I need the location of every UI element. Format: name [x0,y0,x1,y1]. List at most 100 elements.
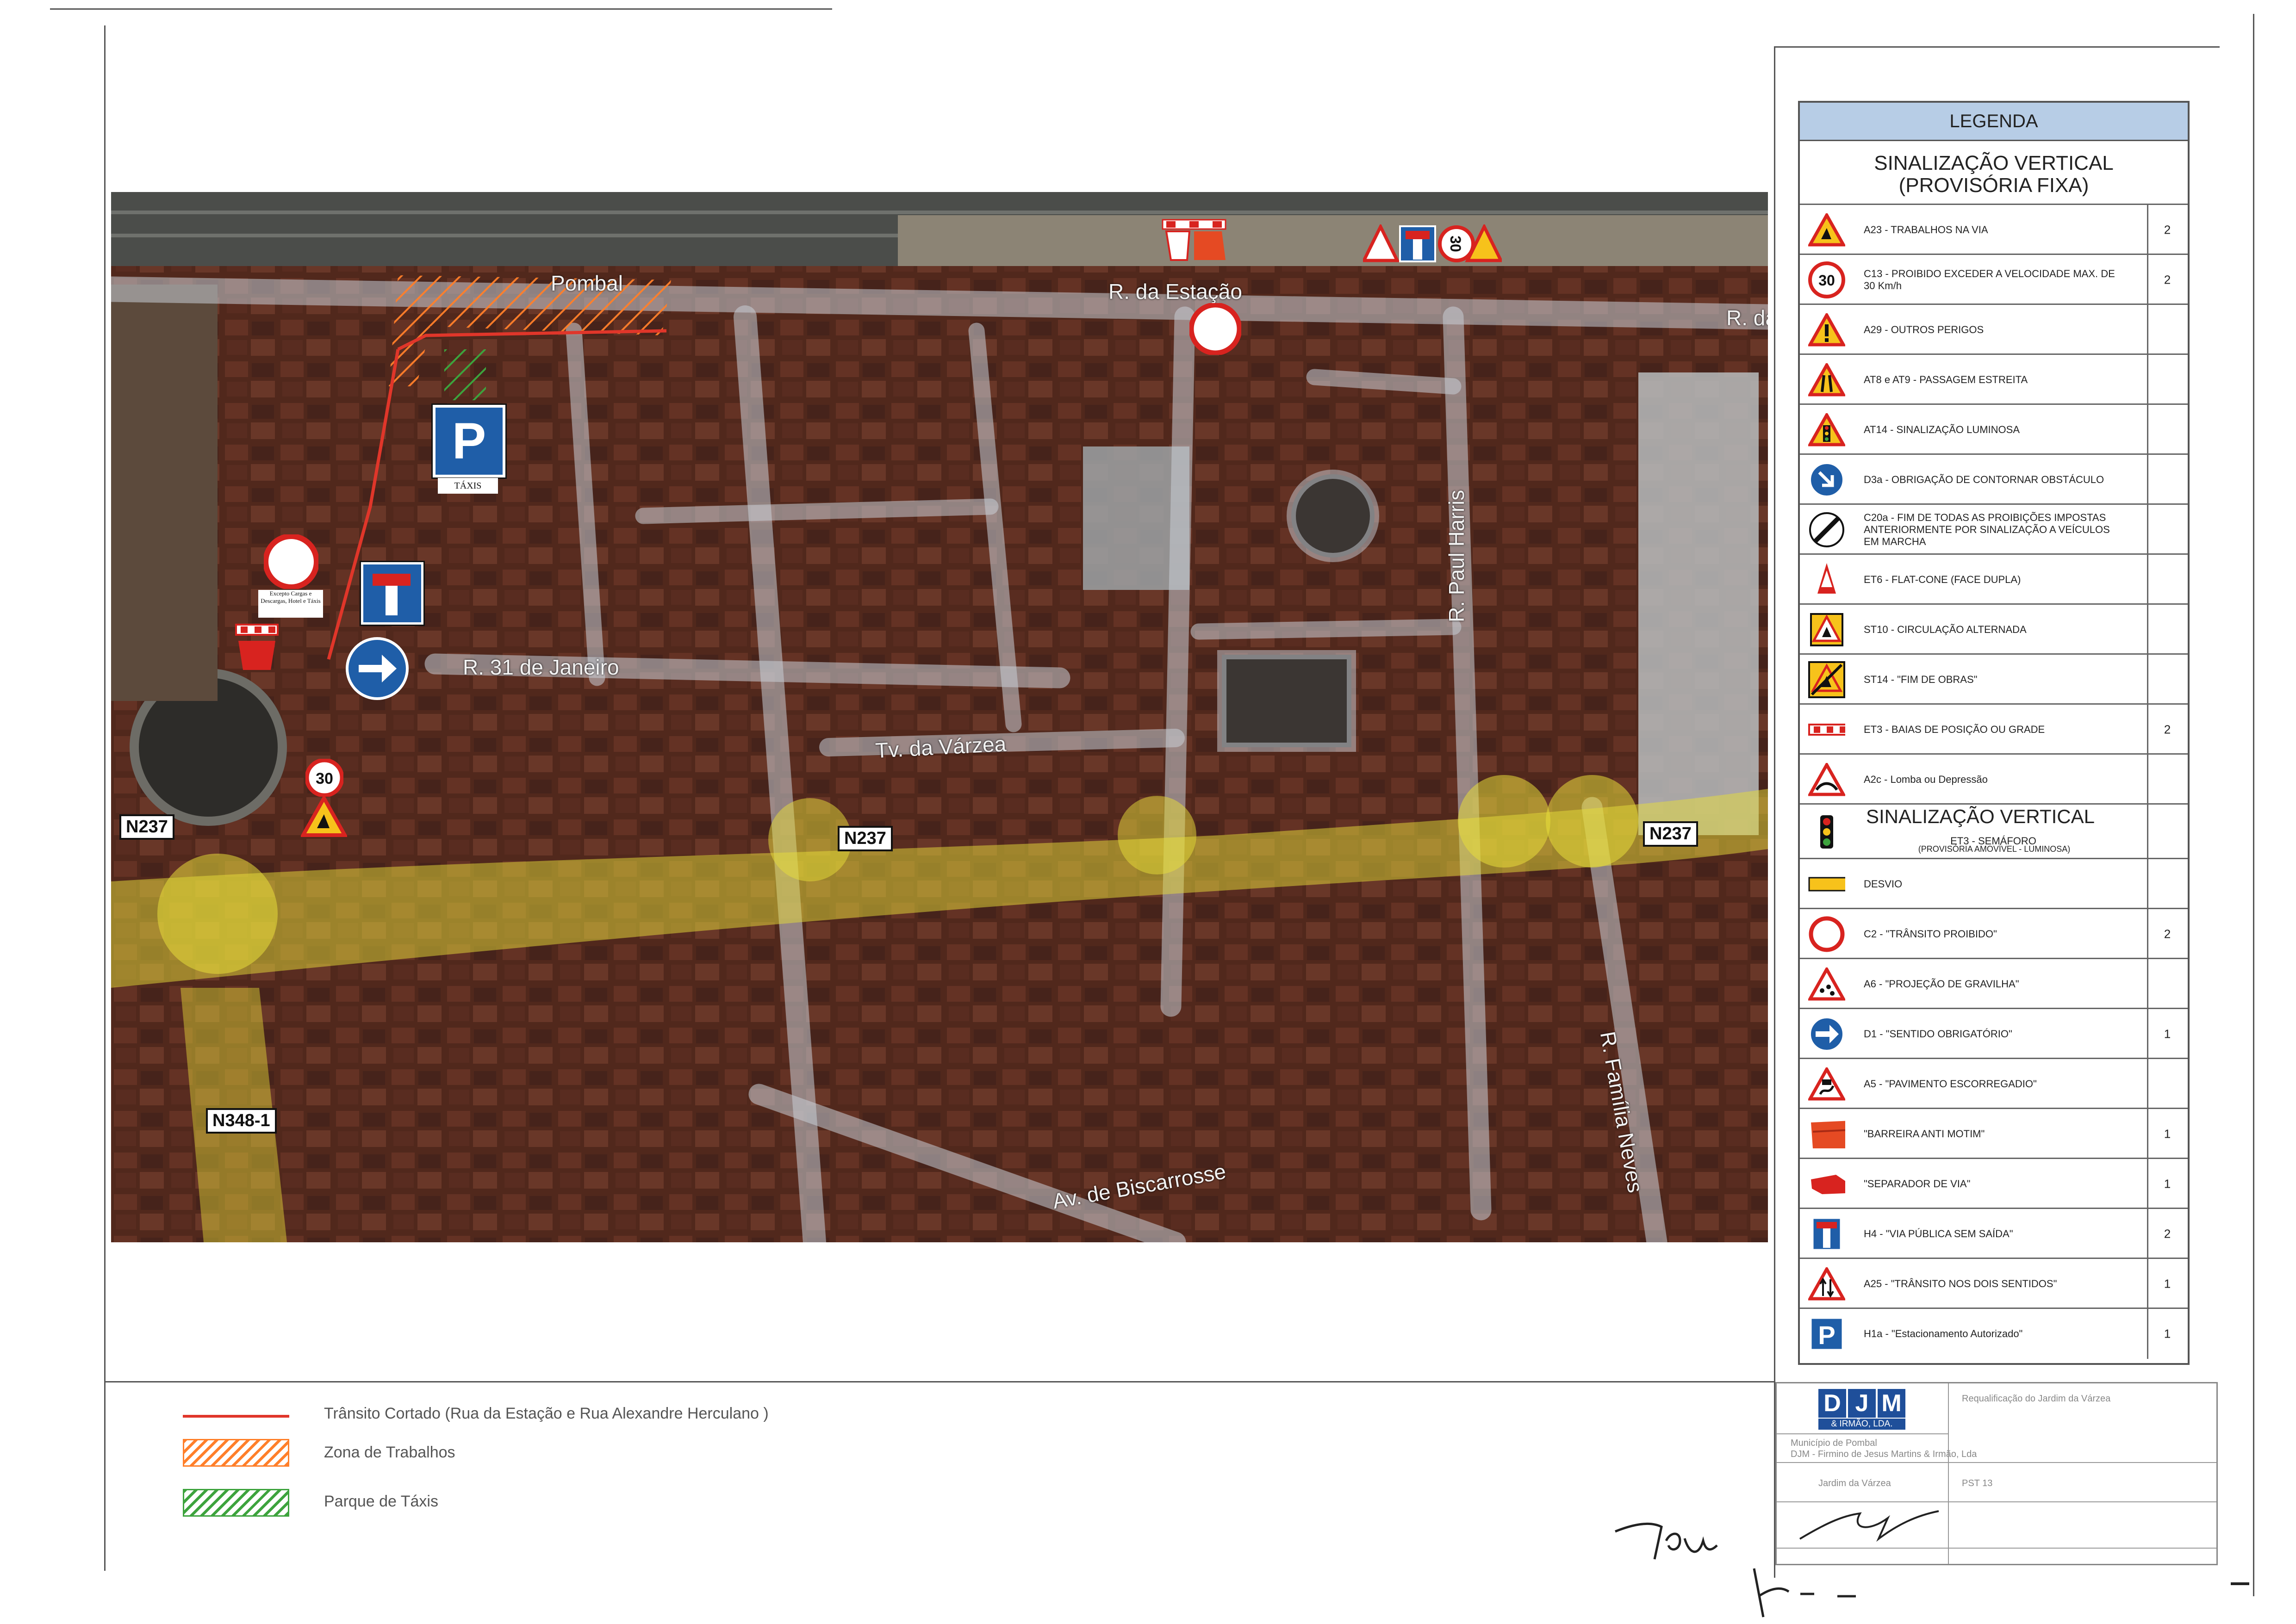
legend-col-sep [2147,455,2148,505]
barrier-sign-west[interactable] [234,620,280,671]
legend-row: A29 - OUTROS PERIGOS [1800,304,2188,355]
logo-letter-m: M [1878,1389,1905,1418]
legend-panel: LEGENDA SINALIZAÇÃO VERTICAL (PROVISÓRIA… [1798,101,2190,1365]
legend-item-label: C20a - FIM DE TODAS AS PROIBIÇÕES IMPOST… [1864,512,2110,547]
company-logo: D J M & IRMÃO, LDA. [1818,1389,1909,1432]
tb-hline-2 [1777,1462,2216,1463]
no-entry-sign-north[interactable] [1189,303,1241,355]
legend-item-label: C2 - "TRÂNSITO PROIBIDO" [1864,928,1997,940]
legend-row: H4 - "VIA PÚBLICA SEM SAÍDA" 2 [1800,1208,2188,1259]
legend-item-label: D3a - OBRIGAÇÃO DE CONTORNAR OBSTÁCULO [1864,474,2104,485]
tb-vline [1948,1383,1949,1564]
mandatory-direction-icon [346,637,409,700]
legend-row: C2 - "TRÂNSITO PROIBIDO" 2 [1800,908,2188,959]
no-entry-circle-icon [1189,303,1241,355]
tb-project: Requalificação do Jardim da Várzea [1962,1394,2111,1404]
parking-icon: P [452,413,486,470]
warning-narrow-road-icon [1808,361,1845,398]
end-of-works-icon [1808,661,1845,698]
legend-item-label: ET6 - FLAT-CONE (FACE DUPLA) [1864,574,2021,585]
logo-letter-d: D [1818,1389,1846,1418]
road-tag-n237-centre: N237 [838,826,893,851]
key-works-label: Zona de Trabalhos [324,1444,455,1461]
legend-item-label: A5 - "PAVIMENTO ESCORREGADIO" [1864,1078,2037,1090]
legend-col-sep [2147,555,2148,605]
road-tag-n237-west: N237 [119,814,174,840]
legend-item-label: H4 - "VIA PÚBLICA SEM SAÍDA" [1864,1228,2013,1240]
legend-item-qty: 2 [2164,1227,2171,1241]
legend-row: ET3 - BAIAS DE POSIÇÃO OU GRADE 2 [1800,703,2188,755]
dead-end-icon [373,574,411,615]
aerial-map[interactable]: Pombal R. da Estação R. da R. 31 de Jane… [111,192,1768,1242]
legend-row: AT8 e AT9 - PASSAGEM ESTREITA [1800,353,2188,405]
legend-row: A25 - "TRÂNSITO NOS DOIS SENTIDOS" 1 [1800,1258,2188,1309]
legend-item-label: A25 - "TRÂNSITO NOS DOIS SENTIDOS" [1864,1278,2057,1289]
tb-contractor: DJM - Firmino de Jesus Martins & Irmão, … [1791,1449,1977,1459]
legend-item-qty: 1 [2164,1127,2171,1141]
tb-hline-3 [1777,1501,2216,1502]
svg-text:30: 30 [1818,272,1835,289]
legend-item-label: C13 - PROIBIDO EXCEDER A VELOCIDADE MAX.… [1864,268,2115,291]
legend-row: ET3 - SEMÁFORO SINALIZAÇÃO VERTICAL (PROVI… [1800,803,2188,859]
legend-item-qty: 2 [2164,223,2171,237]
barrier-bar-icon [235,624,279,670]
speed-limit-sign[interactable]: 30 [305,759,343,797]
legend-row: ST10 - CIRCULAÇÃO ALTERNADA [1800,603,2188,655]
alternating-traffic-icon [1808,611,1845,648]
tb-hline-4 [1777,1548,2216,1549]
legend-row: ST14 - "FIM DE OBRAS" [1800,653,2188,705]
legend-row: P H1a - "Estacionamento Autorizado" 1 [1800,1308,2188,1359]
legend-row: DESVIO [1800,858,2188,909]
parking-icon: P [1808,1315,1845,1352]
detour-arrow-icon [1808,866,1845,903]
legend-row: D3a - OBRIGAÇÃO DE CONTORNAR OBSTÁCULO [1800,453,2188,505]
speed-limit-30-icon: 30 [1808,261,1845,298]
legend-row: A2c - Lomba ou Depressão [1800,753,2188,805]
road-tag-n237-east: N237 [1643,821,1698,847]
warning-slippery-icon [1808,1066,1845,1103]
taxi-plate: TÁXIS [438,478,498,494]
legend-col-sep [2147,655,2148,705]
warning-signal-light-icon [1808,411,1845,448]
no-entry-circle-icon [1808,916,1845,953]
key-closure-label: Trânsito Cortado (Rua da Estação e Rua A… [324,1405,769,1422]
legend-item-label: "BARREIRA ANTI MOTIM" [1864,1128,1985,1140]
logo-subtitle: & IRMÃO, LDA. [1818,1419,1905,1430]
legend-item-label: DESVIO [1864,878,1903,890]
legend-row: D1 - "SENTIDO OBRIGATÓRIO" 1 [1800,1008,2188,1059]
sign-cluster-north[interactable]: 30 [1363,224,1502,264]
legend-item-label: A29 - OUTROS PERIGOS [1864,324,1984,335]
anti-riot-barrier-icon [1162,219,1226,261]
legend-col-sep [2147,355,2148,405]
legend-col-sep [2147,959,2148,1009]
roadwork-sign-west[interactable] [301,796,347,837]
tb-hline-1 [1777,1433,1948,1434]
anti-riot-barrier-icon [1808,1116,1845,1153]
legend-item-label: D1 - "SENTIDO OBRIGATÓRIO" [1864,1028,2012,1040]
parking-sign[interactable]: P [433,405,505,477]
legend-col-sep [2147,405,2148,455]
legend-item-label: AT14 - SINALIZAÇÃO LUMINOSA [1864,424,2020,435]
end-restrictions-icon [1808,511,1845,548]
legend-item-label: A2c - Lomba ou Depressão [1864,774,1988,785]
legend-item-qty: 1 [2164,1027,2171,1041]
legend-item-qty: 1 [2164,1277,2171,1291]
barrier-sign-north[interactable] [1162,217,1226,261]
mandatory-direction-sign[interactable] [345,636,410,701]
warning-roadwork-icon [1808,211,1845,248]
speed-limit-30-icon: 30 [305,759,343,797]
legend-item-label: A6 - "PROJEÇÃO DE GRAVILHA" [1864,978,2019,990]
legend-item-label: H1a - "Estacionamento Autorizado" [1864,1328,2023,1339]
legend-section-fixed-title: SINALIZAÇÃO VERTICAL [1874,152,2114,174]
dead-end-icon [1808,1215,1845,1252]
mandatory-direction-icon [1808,1016,1845,1053]
keep-right-icon [1808,461,1845,498]
legend-col-sep [2147,755,2148,805]
no-entry-sign-west[interactable] [264,534,318,589]
warning-other-dangers-icon [1808,311,1845,348]
legend-item-label: AT8 e AT9 - PASSAGEM ESTREITA [1864,374,2028,385]
key-taxi-swatch [183,1489,289,1517]
tb-drawing: PST 13 [1962,1478,1993,1488]
dead-end-sign[interactable] [361,562,423,625]
street-label-estacao: R. da Estação [1108,279,1242,304]
